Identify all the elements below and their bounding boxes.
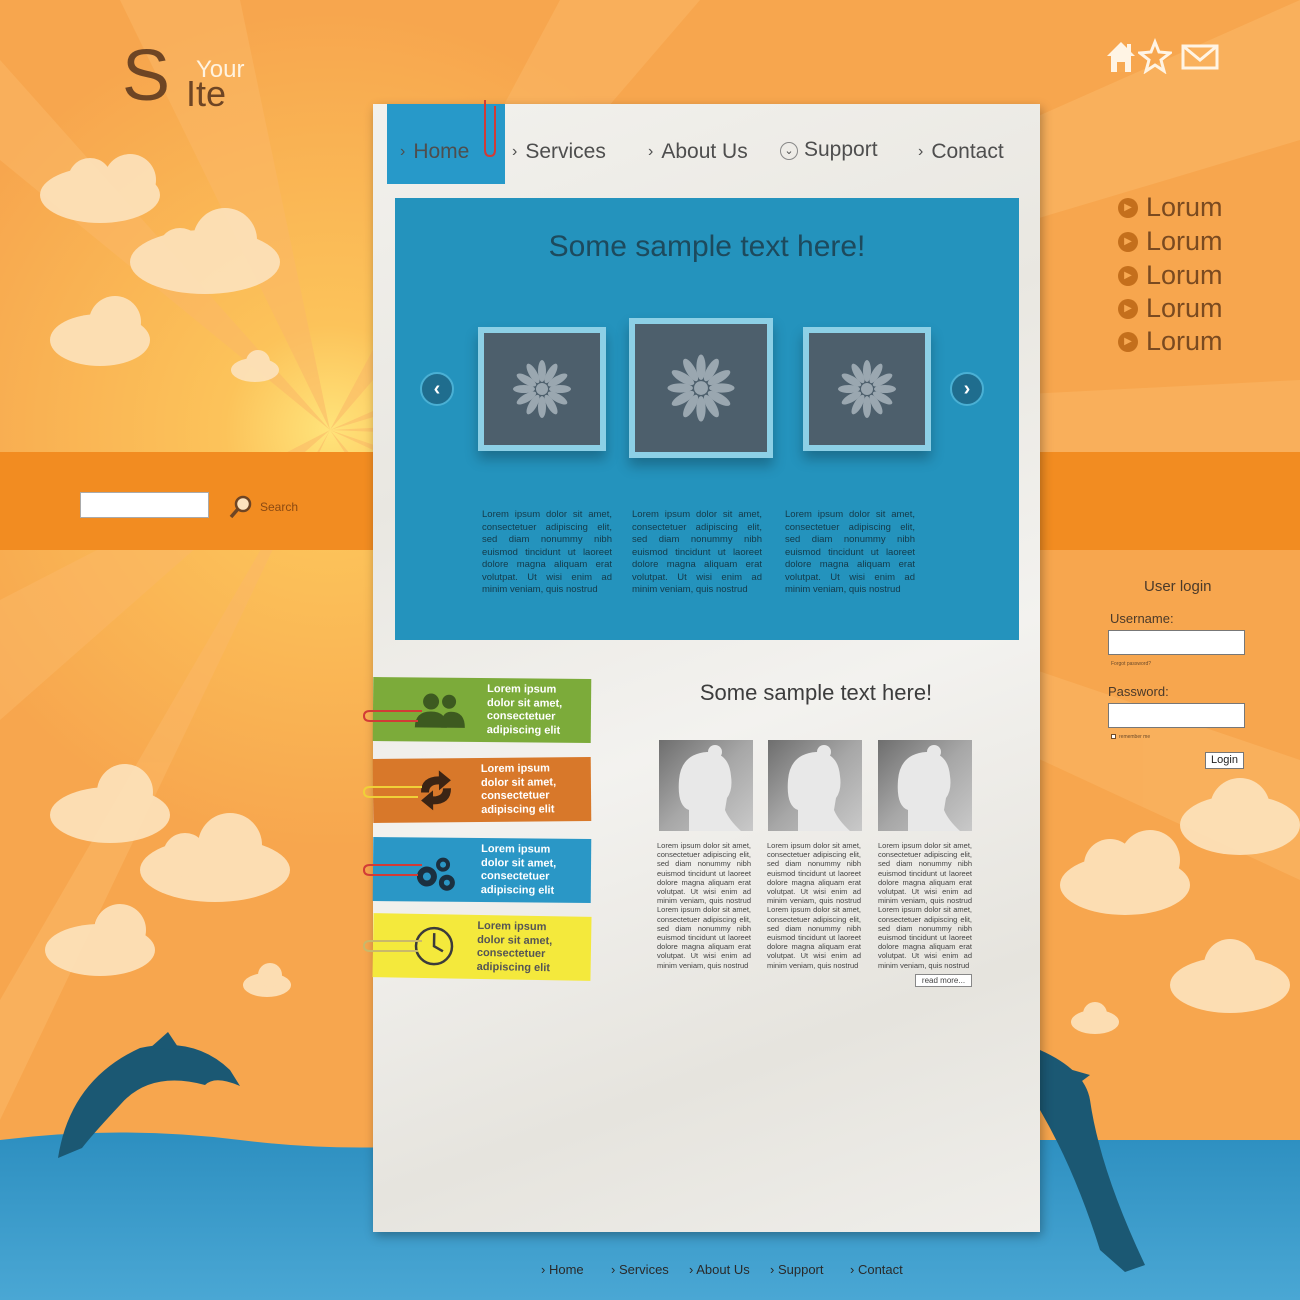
chevron-right-icon: › xyxy=(541,1262,549,1277)
sidebar-link-label: Lorum xyxy=(1146,192,1223,222)
chevron-right-icon: › xyxy=(648,143,654,160)
login-title: User login xyxy=(1144,578,1212,595)
sidebar-link-3[interactable]: ▶ Lorum xyxy=(1118,260,1223,291)
note-text: Lorem ipsum dolor sit amet, consectetuer ad… xyxy=(476,919,553,974)
nav-services[interactable]: › Services xyxy=(512,140,606,164)
avatar[interactable] xyxy=(659,740,753,831)
paperclip-icon xyxy=(362,940,422,952)
slider-next-button[interactable]: › xyxy=(950,372,984,406)
sidebar-link-label: Lorum xyxy=(1146,293,1223,323)
footer-support[interactable]: › Support xyxy=(770,1262,824,1277)
slider-prev-button[interactable]: ‹ xyxy=(420,372,454,406)
chevron-right-icon: › xyxy=(400,143,406,160)
flower-icon xyxy=(513,360,571,418)
flower-icon xyxy=(667,354,735,422)
thumbnail-frame xyxy=(484,333,600,445)
note-text: Lorem ipsum dolor sit amet, consectetuer ad… xyxy=(486,683,563,737)
nav-services-label: Services xyxy=(525,140,606,163)
nav-contact[interactable]: › Contact xyxy=(918,140,1004,164)
nav-support[interactable]: ⌄ Support xyxy=(780,138,878,162)
avatar[interactable] xyxy=(768,740,862,831)
login-button[interactable]: Login xyxy=(1205,752,1244,769)
note-text: Lorem ipsum dolor sit amet, consectetuer ad… xyxy=(480,762,557,816)
chevron-right-icon: › xyxy=(963,377,971,400)
person-silhouette-icon xyxy=(787,745,850,831)
sidebar-link-1[interactable]: ▶ Lorum xyxy=(1118,192,1223,223)
hero-title: Some sample text here! xyxy=(548,230,866,263)
magnifier-icon[interactable] xyxy=(228,494,254,520)
footer-about-us[interactable]: › About Us xyxy=(689,1262,750,1277)
section-text-column-1: Lorem ipsum dolor sit amet, consectetuer… xyxy=(657,841,751,970)
play-bullet-icon: ▶ xyxy=(1118,265,1138,286)
chevron-right-icon: › xyxy=(850,1262,858,1277)
chevron-right-icon: › xyxy=(770,1262,778,1277)
paperclip-icon xyxy=(362,864,422,876)
sidebar-link-label: Lorum xyxy=(1146,326,1223,356)
nav-about-us-label: About Us xyxy=(661,140,748,163)
section-text-column-3: Lorem ipsum dolor sit amet, consectetuer… xyxy=(878,841,972,970)
hero-text-column-3: Lorem ipsum dolor sit amet, consectetuer… xyxy=(785,509,915,595)
password-field[interactable] xyxy=(1108,703,1245,728)
footer-home-label: Home xyxy=(548,1262,584,1277)
nav-support-label: Support xyxy=(804,138,878,161)
slider-thumbnail-3[interactable] xyxy=(803,327,931,451)
thumbnail-frame xyxy=(809,333,925,445)
nav-home[interactable]: › Home xyxy=(400,140,469,164)
play-bullet-icon: ▶ xyxy=(1118,197,1138,218)
remember-label: remember me xyxy=(1119,734,1151,740)
footer-support-label: Support xyxy=(777,1262,824,1277)
logo-letter-s: S xyxy=(122,36,170,116)
password-label: Password: xyxy=(1108,684,1169,699)
section-title: Some sample text here! xyxy=(699,680,933,705)
chevron-left-icon: ‹ xyxy=(433,377,441,400)
logo-your: Your xyxy=(196,56,245,83)
avatar[interactable] xyxy=(878,740,972,831)
paperclip-icon xyxy=(484,100,496,158)
chevron-right-icon: › xyxy=(611,1262,619,1277)
paperclip-icon xyxy=(362,786,422,798)
slider-thumbnail-2[interactable] xyxy=(629,318,773,458)
play-bullet-icon: ▶ xyxy=(1118,231,1138,252)
sidebar-link-2[interactable]: ▶ Lorum xyxy=(1118,226,1223,257)
remember-checkbox[interactable] xyxy=(1111,734,1116,739)
read-more-button[interactable]: read more... xyxy=(915,974,972,987)
person-silhouette-icon xyxy=(897,745,960,831)
chevron-down-icon: ⌄ xyxy=(780,142,798,160)
footer-contact[interactable]: › Contact xyxy=(850,1262,903,1277)
hero-text-column-2: Lorem ipsum dolor sit amet, consectetuer… xyxy=(632,509,762,595)
thumbnail-frame xyxy=(635,324,767,452)
chevron-right-icon: › xyxy=(918,143,924,160)
sidebar-link-5[interactable]: ▶ Lorum xyxy=(1118,326,1223,357)
username-field[interactable] xyxy=(1108,630,1245,655)
chevron-right-icon: › xyxy=(512,143,518,160)
nav-contact-label: Contact xyxy=(931,140,1004,163)
sidebar-link-label: Lorum xyxy=(1146,226,1223,256)
hero-text-column-1: Lorem ipsum dolor sit amet, consectetuer… xyxy=(482,509,612,595)
username-label: Username: xyxy=(1110,611,1174,626)
home-icon[interactable] xyxy=(1104,38,1138,74)
footer-contact-label: Contact xyxy=(857,1262,903,1277)
search-input[interactable] xyxy=(80,492,209,518)
paperclip-icon xyxy=(362,710,422,722)
play-bullet-icon: ▶ xyxy=(1118,298,1138,319)
flower-icon xyxy=(838,360,896,418)
section-text-column-2: Lorem ipsum dolor sit amet, consectetuer… xyxy=(767,841,861,970)
footer-services[interactable]: › Services xyxy=(611,1262,669,1277)
star-icon[interactable] xyxy=(1138,38,1172,74)
slider-thumbnail-1[interactable] xyxy=(478,327,606,451)
mail-icon[interactable] xyxy=(1180,38,1220,74)
nav-about-us[interactable]: › About Us xyxy=(648,140,748,164)
note-text: Lorem ipsum dolor sit amet, consectetuer ad… xyxy=(480,842,557,897)
sidebar-link-4[interactable]: ▶ Lorum xyxy=(1118,293,1223,324)
forgot-password-link[interactable]: Forgot password? xyxy=(1111,661,1151,667)
search-label[interactable]: Search xyxy=(260,500,298,514)
footer-services-label: Services xyxy=(618,1262,669,1277)
footer-about-us-label: About Us xyxy=(696,1262,750,1277)
footer-home[interactable]: › Home xyxy=(541,1262,584,1277)
play-bullet-icon: ▶ xyxy=(1118,331,1138,352)
person-silhouette-icon xyxy=(678,745,741,831)
nav-home-label: Home xyxy=(413,140,470,163)
sidebar-link-label: Lorum xyxy=(1146,260,1223,290)
